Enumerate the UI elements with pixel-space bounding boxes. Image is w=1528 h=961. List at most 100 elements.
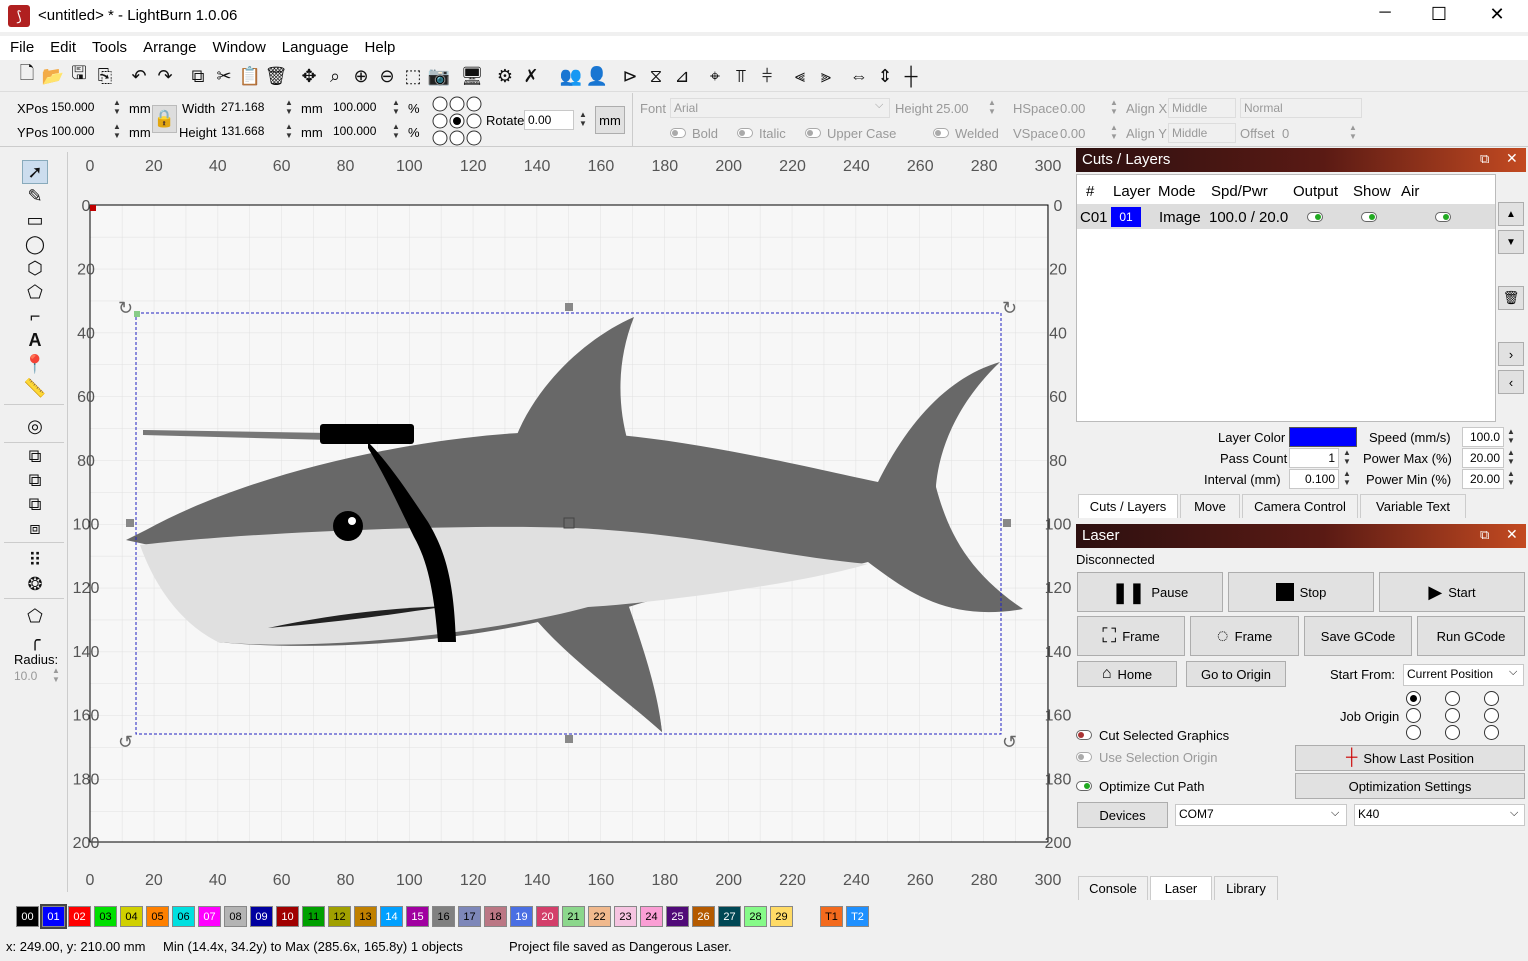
move-layer-down-icon[interactable]: ▼ — [1498, 230, 1524, 254]
rotate-handle-tl-icon[interactable]: ↻ — [118, 298, 133, 318]
palette-swatch-04[interactable]: 04 — [120, 906, 143, 927]
menu-tools[interactable]: Tools — [82, 36, 133, 56]
bold-toggle[interactable] — [670, 128, 686, 138]
float-panel-icon[interactable]: ⧉ — [1480, 151, 1489, 167]
welded-toggle[interactable] — [933, 128, 949, 138]
text-tool-icon[interactable]: A — [22, 328, 48, 352]
aligny-select[interactable]: Middle — [1168, 123, 1236, 143]
tab-variable-text[interactable]: Variable Text — [1360, 494, 1466, 518]
workspace[interactable]: 0 0 20 20 40 40 60 60 80 80 100 100 120 120 140 140 160 1… — [68, 152, 1072, 897]
pen-tool-icon[interactable]: ✎ — [22, 184, 48, 208]
tools-icon[interactable]: ✗ — [518, 63, 544, 89]
palette-swatch-22[interactable]: 22 — [588, 906, 611, 927]
camera-icon[interactable]: 📷 — [426, 63, 452, 89]
undo-icon[interactable]: ↶ — [126, 63, 152, 89]
distribute-h-icon[interactable]: ⇔ — [846, 63, 872, 89]
hspace-spin-icon[interactable]: ▲ ▼ — [1108, 98, 1120, 118]
rotate-handle-tr-icon[interactable]: ↻ — [1002, 298, 1017, 318]
job-origin-tl[interactable] — [1406, 691, 1421, 706]
device-select[interactable]: K40 — [1354, 804, 1525, 826]
alignx-select[interactable]: Middle — [1168, 98, 1236, 118]
air-toggle[interactable] — [1435, 212, 1451, 222]
palette-swatch-16[interactable]: 16 — [432, 906, 455, 927]
rotate-handle-bl-icon[interactable]: ↺ — [118, 732, 133, 752]
menu-file[interactable]: File — [0, 36, 40, 56]
maximize-button[interactable]: ☐ — [1424, 4, 1454, 25]
palette-swatch-24[interactable]: 24 — [640, 906, 663, 927]
palette-swatch-28[interactable]: 28 — [744, 906, 767, 927]
move-icon[interactable]: ✥ — [296, 63, 322, 89]
user-icon[interactable]: 👤 — [584, 63, 610, 89]
use-selection-origin-toggle[interactable] — [1076, 752, 1092, 762]
expand-right-icon[interactable]: › — [1498, 342, 1524, 366]
text-mode-select[interactable]: Normal — [1240, 98, 1362, 118]
job-origin-br[interactable] — [1484, 725, 1499, 740]
rotate-handle-br-icon[interactable]: ↺ — [1002, 732, 1017, 752]
palette-swatch-02[interactable]: 02 — [68, 906, 91, 927]
font-height-spin-icon[interactable]: ▲ ▼ — [986, 98, 998, 118]
align-right-icon[interactable]: ⫸ — [813, 63, 839, 89]
rotate-field[interactable]: 0.00 — [524, 110, 574, 130]
palette-swatch-27[interactable]: 27 — [718, 906, 741, 927]
export-icon[interactable]: ⎘ — [92, 63, 118, 89]
job-origin-bl[interactable] — [1406, 725, 1421, 740]
resize-handle-right[interactable] — [1003, 519, 1011, 527]
power-max-field[interactable]: 20.00 — [1462, 448, 1504, 468]
palette-swatch-01[interactable]: 01 — [40, 904, 67, 929]
edit-nodes-icon[interactable]: ⬠ — [22, 280, 48, 304]
palette-swatch-T1[interactable]: T1 — [820, 906, 843, 927]
palette-swatch-11[interactable]: 11 — [302, 906, 325, 927]
origin-selector-icon[interactable] — [432, 96, 482, 146]
expand-left-icon[interactable]: ‹ — [1498, 370, 1524, 394]
interval-spin-icon[interactable]: ▲ ▼ — [1341, 469, 1353, 489]
scale-width-spin-icon[interactable]: ▲ ▼ — [390, 98, 402, 118]
boolean-subtract-icon[interactable]: ⧉ — [22, 468, 48, 492]
palette-swatch-10[interactable]: 10 — [276, 906, 299, 927]
job-origin-tc[interactable] — [1445, 691, 1460, 706]
power-max-spin-icon[interactable]: ▲ ▼ — [1505, 448, 1517, 468]
zoom-fit-icon[interactable]: ⌕ — [322, 63, 348, 89]
palette-swatch-29[interactable]: 29 — [770, 906, 793, 927]
go-to-origin-button[interactable]: Go to Origin — [1186, 661, 1286, 687]
menu-edit[interactable]: Edit — [40, 36, 82, 56]
frame-button[interactable]: ⛶ Frame — [1077, 616, 1185, 656]
position-laser-icon[interactable]: ⌐ — [22, 304, 48, 328]
align-middle-icon[interactable]: ⫩ — [754, 63, 780, 89]
scale-height-spin-icon[interactable]: ▲ ▼ — [390, 122, 402, 142]
redo-icon[interactable]: ↷ — [152, 63, 178, 89]
move-layer-up-icon[interactable]: ▲ — [1498, 202, 1524, 226]
layer-row-color[interactable]: 01 — [1111, 207, 1141, 227]
offset-field[interactable]: 0 — [1282, 126, 1289, 141]
optimize-toggle[interactable] — [1076, 781, 1092, 791]
rotate-spin-icon[interactable]: ▲ ▼ — [577, 110, 589, 130]
mirror-diagonal-icon[interactable]: ⊿ — [669, 63, 695, 89]
palette-swatch-06[interactable]: 06 — [172, 906, 195, 927]
power-min-spin-icon[interactable]: ▲ ▼ — [1505, 469, 1517, 489]
height-field[interactable]: 131.668 — [218, 122, 280, 142]
mirror-horizontal-icon[interactable]: ⊳ — [617, 63, 643, 89]
layer-row[interactable]: C01 01 Image 100.0 / 20.0 — [1077, 205, 1495, 229]
palette-swatch-T2[interactable]: T2 — [846, 906, 869, 927]
tab-camera-control[interactable]: Camera Control — [1242, 494, 1358, 518]
menu-language[interactable]: Language — [272, 36, 355, 56]
minimize-button[interactable]: ─ — [1370, 4, 1400, 22]
save-gcode-button[interactable]: Save GCode — [1304, 616, 1412, 656]
resize-handle-top[interactable] — [565, 303, 573, 311]
save-icon[interactable]: 🖫 — [66, 63, 92, 89]
tab-laser[interactable]: Laser — [1150, 876, 1212, 900]
power-min-field[interactable]: 20.00 — [1462, 469, 1504, 489]
ypos-spin-icon[interactable]: ▲ ▼ — [111, 122, 123, 142]
font-select[interactable]: Arial — [670, 98, 890, 118]
palette-swatch-20[interactable]: 20 — [536, 906, 559, 927]
settings-icon[interactable]: ⚙ — [492, 63, 518, 89]
palette-swatch-07[interactable]: 07 — [198, 906, 221, 927]
frame-circle-button[interactable]: ◌ Frame — [1190, 616, 1299, 656]
palette-swatch-15[interactable]: 15 — [406, 906, 429, 927]
palette-swatch-25[interactable]: 25 — [666, 906, 689, 927]
resize-handle-left[interactable] — [126, 519, 134, 527]
delete-layer-icon[interactable]: 🗑 — [1498, 286, 1524, 310]
radius-field[interactable]: 10.0 — [14, 669, 37, 683]
job-origin-bc[interactable] — [1445, 725, 1460, 740]
layer-color-swatch[interactable] — [1289, 427, 1357, 447]
select-tool-icon[interactable]: ➚ — [22, 160, 48, 184]
